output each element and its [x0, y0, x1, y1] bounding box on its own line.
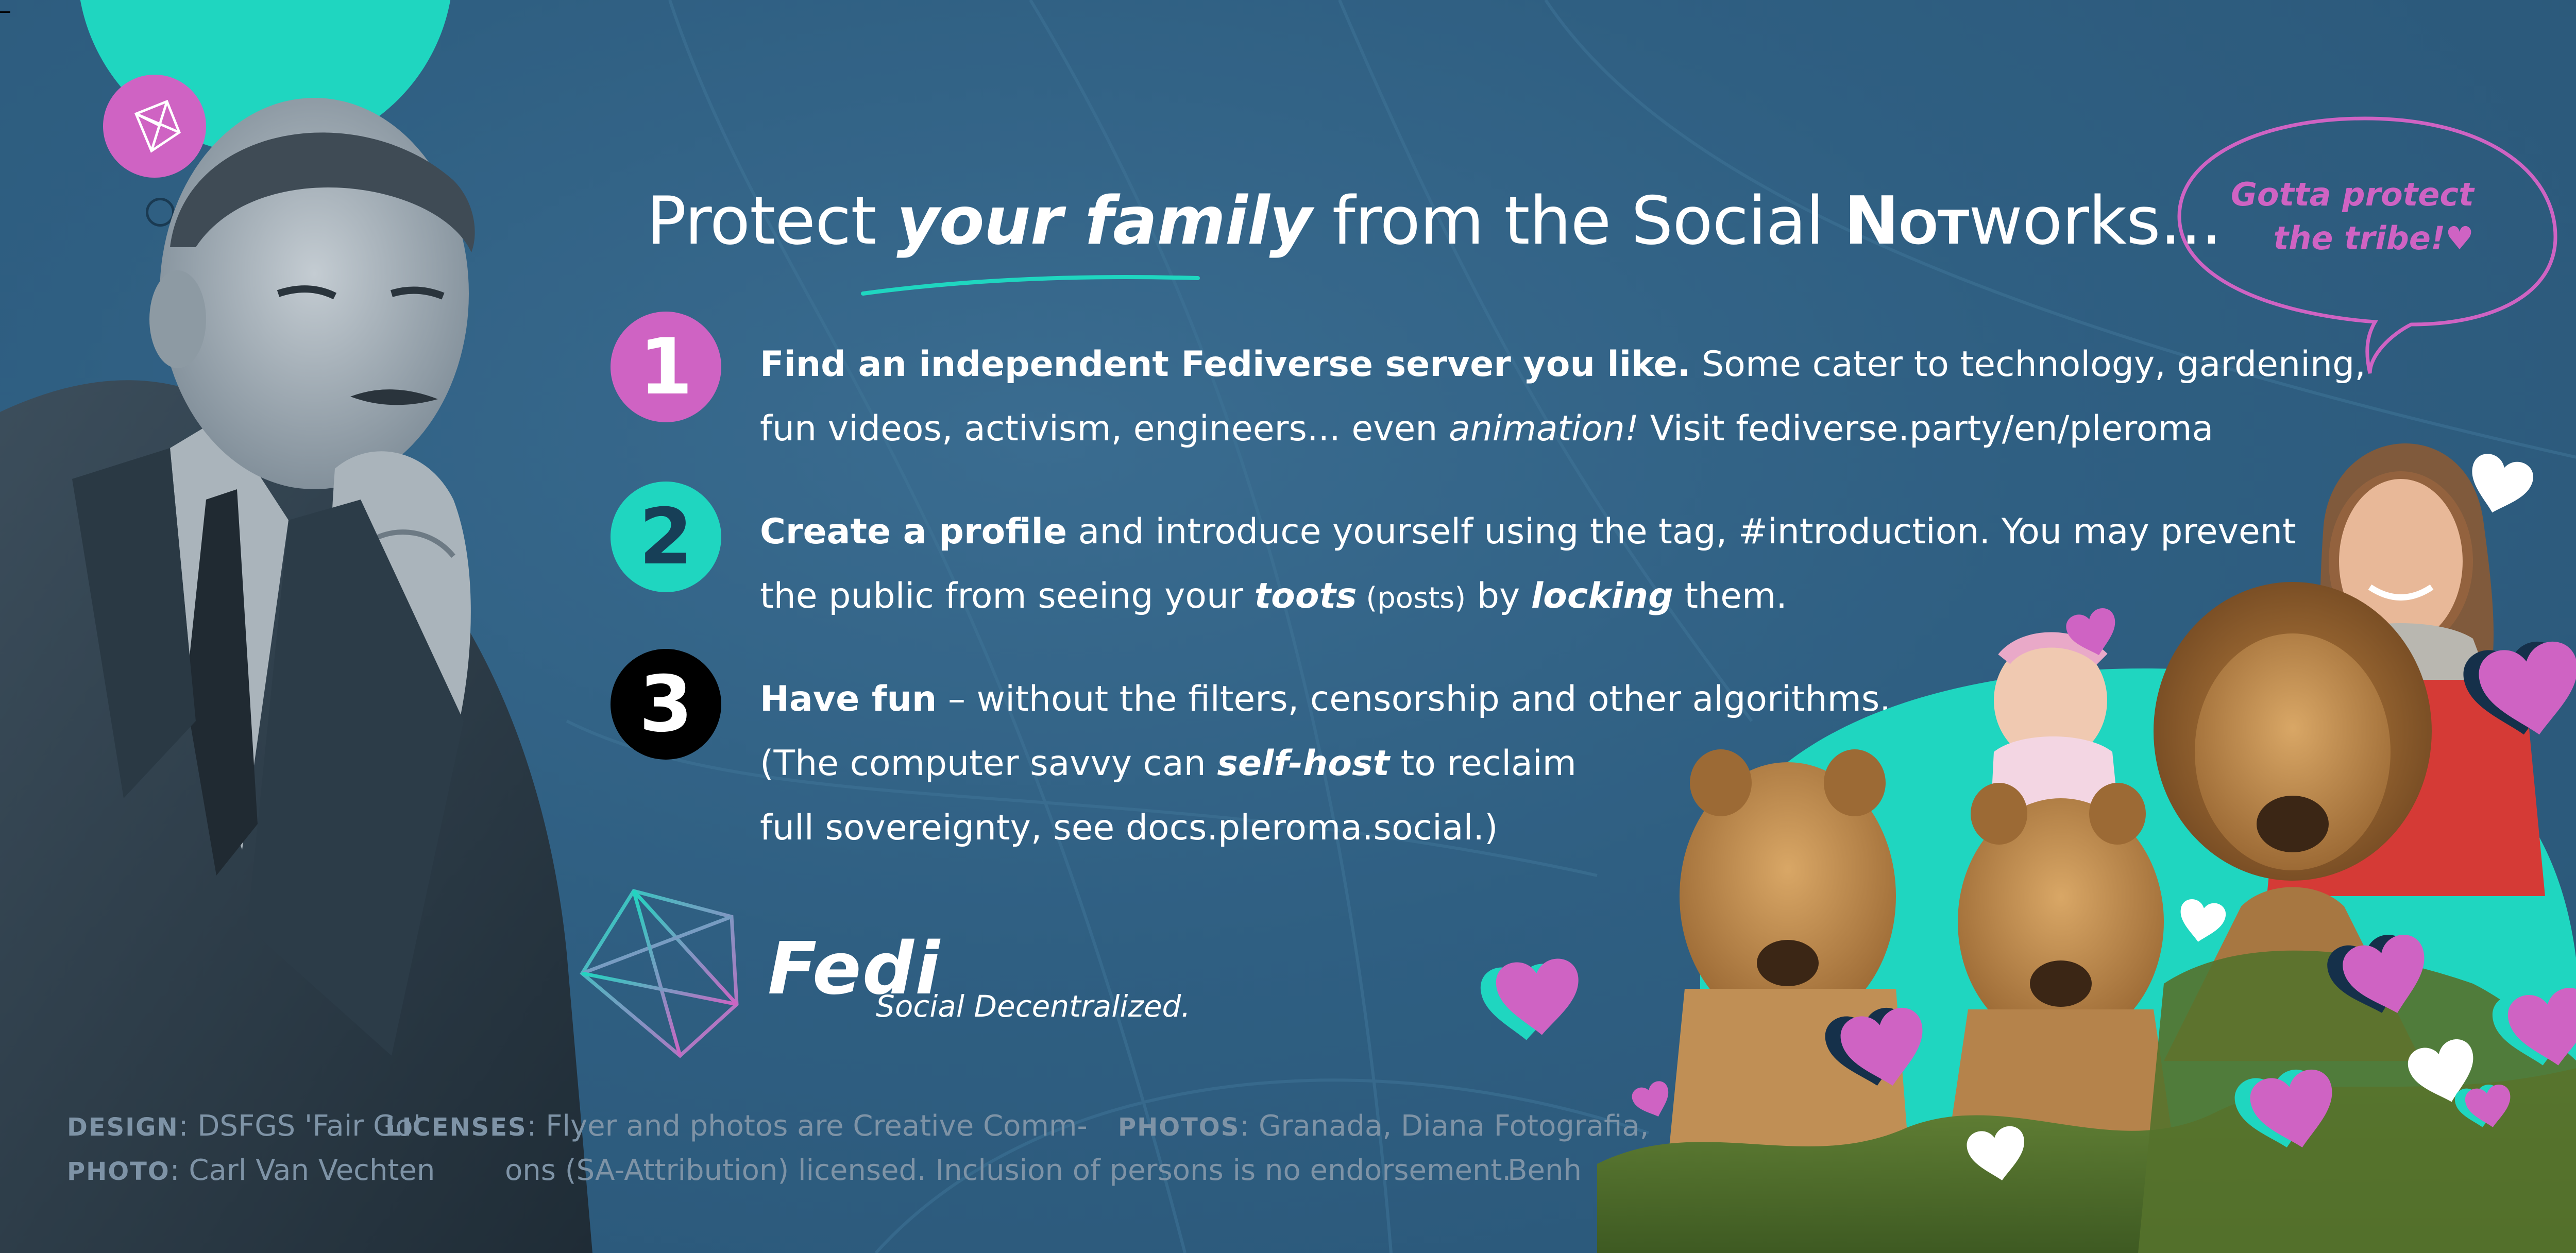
crop-mark — [0, 11, 10, 13]
flyer: Protect your family from the Social Notw… — [0, 0, 2576, 1253]
hearts-decoration — [1479, 450, 2576, 1186]
